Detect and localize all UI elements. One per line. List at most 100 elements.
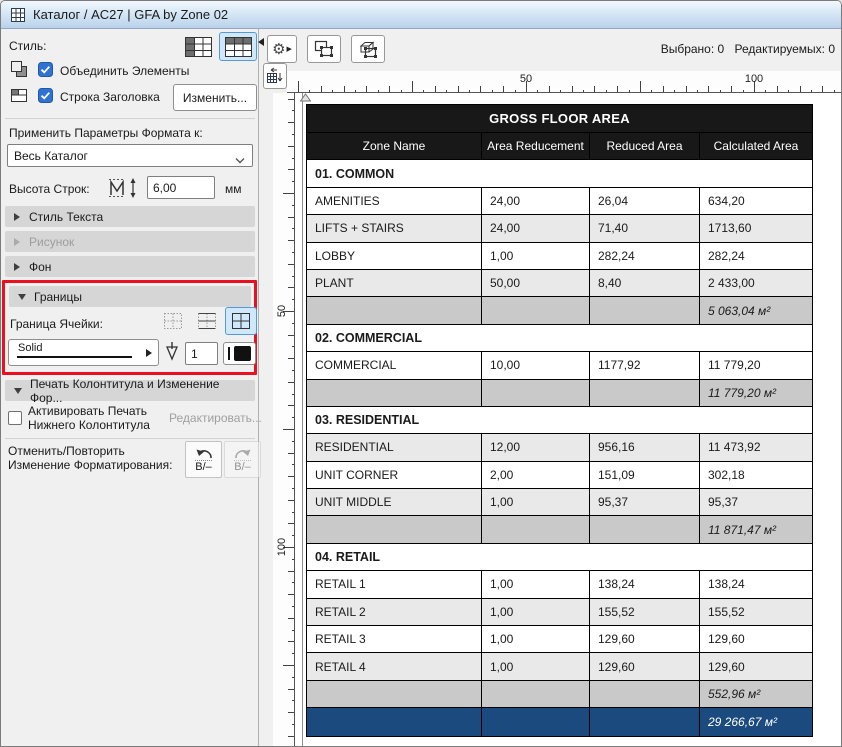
- table-row[interactable]: RETAIL 41,00129,60129,60: [307, 653, 812, 680]
- vertical-ruler[interactable]: 50100: [273, 93, 295, 747]
- ruler-tick: [834, 90, 835, 92]
- table-resize-icon: [266, 67, 284, 85]
- apply-scope-select[interactable]: Весь Каталог: [7, 144, 253, 167]
- subtotal-row[interactable]: 11 871,47 м²: [307, 516, 812, 543]
- column-header: Zone Name: [307, 133, 482, 159]
- table-row[interactable]: UNIT CORNER2,00151,09302,18: [307, 462, 812, 489]
- table-cell: 24,00: [482, 188, 590, 214]
- section-borders[interactable]: Границы: [9, 286, 251, 307]
- border-horizontal-button[interactable]: [191, 307, 223, 335]
- table-cell: 129,60: [700, 626, 812, 652]
- table-row[interactable]: UNIT MIDDLE1,0095,3795,37: [307, 489, 812, 516]
- ruler-label: 50: [520, 73, 532, 85]
- table-row[interactable]: RETAIL 11,00138,24138,24: [307, 571, 812, 598]
- ruler-tick: [640, 81, 641, 92]
- ruler-tick: [288, 217, 294, 218]
- column-header: Area Reducement: [482, 133, 590, 159]
- border-all-button[interactable]: [225, 307, 257, 335]
- footer-print-checkbox[interactable]: [8, 411, 22, 425]
- merge-elements-checkbox[interactable]: [38, 62, 53, 77]
- table-column-header-row[interactable]: Zone Name Area Reducement Reduced Area C…: [307, 133, 812, 160]
- table-row[interactable]: RETAIL 21,00155,52155,52: [307, 599, 812, 626]
- pen-weight-input[interactable]: 1: [185, 342, 218, 365]
- edit-header-button[interactable]: Изменить...: [173, 84, 257, 111]
- style-dark-row-button[interactable]: [219, 32, 257, 61]
- horizontal-ruler[interactable]: 50100: [287, 71, 842, 93]
- horizontal-lines-icon: [197, 312, 217, 330]
- table-title-row[interactable]: GROSS FLOOR AREA: [307, 105, 812, 133]
- ruler-tick: [292, 464, 294, 465]
- select-3d-elements-button[interactable]: [351, 35, 385, 63]
- settings-menu-button[interactable]: ⚙ ▶: [267, 35, 297, 63]
- subtotal-row[interactable]: 552,96 м²: [307, 681, 812, 708]
- table-cell: AMENITIES: [307, 188, 482, 214]
- table-row[interactable]: RETAIL 31,00129,60129,60: [307, 626, 812, 653]
- table-cell: 24,00: [482, 215, 590, 241]
- ruler-tick: [292, 700, 294, 701]
- table-row[interactable]: AMENITIES24,0026,04634,20: [307, 188, 812, 215]
- sum-cell: 5 063,04 м²: [700, 297, 812, 323]
- section-text-style[interactable]: Стиль Текста: [5, 206, 255, 227]
- row-height-input[interactable]: 6,00: [147, 176, 215, 199]
- ruler-tick: [617, 86, 618, 92]
- border-color-button[interactable]: [223, 342, 256, 365]
- section-background[interactable]: Фон: [5, 256, 255, 277]
- sum-cell: 29 266,67 м²: [700, 708, 812, 735]
- table-row[interactable]: COMMERCIAL10,001177,9211 779,20: [307, 352, 812, 379]
- table-cell: 71,40: [590, 215, 700, 241]
- ruler-tick: [560, 90, 561, 92]
- window-titlebar[interactable]: Каталог / AC27 | GFA by Zone 02: [1, 1, 842, 29]
- column-header: Reduced Area: [590, 133, 700, 159]
- header-row-checkbox[interactable]: [38, 88, 53, 103]
- marquee-3d-select-icon: [357, 39, 379, 59]
- table-title: GROSS FLOOR AREA: [307, 105, 812, 132]
- grand-total-row[interactable]: 29 266,67 м²: [307, 708, 812, 735]
- black-color-swatch: [234, 346, 251, 361]
- ruler-tick: [292, 370, 294, 371]
- ruler-tick: [355, 90, 356, 92]
- schedule-table[interactable]: GROSS FLOOR AREA Zone Name Area Reduceme…: [306, 104, 813, 737]
- ruler-tick: [572, 86, 573, 92]
- ruler-tick: [651, 90, 652, 92]
- selection-status: Выбрано: 0 Редактируемых: 0: [654, 42, 835, 56]
- group-label: 01. COMMON: [307, 160, 812, 186]
- table-row[interactable]: RESIDENTIAL12,00956,1611 473,92: [307, 434, 812, 461]
- section-header-footer[interactable]: Печать Колонтитула и Изменение Фор...: [5, 380, 255, 401]
- ruler-tick: [720, 90, 721, 92]
- catalog-format-window: Каталог / AC27 | GFA by Zone 02 Стиль: О…: [0, 0, 842, 747]
- table-cell: UNIT MIDDLE: [307, 489, 482, 515]
- collapsed-arrow-icon: [14, 213, 20, 221]
- ruler-tick: [288, 382, 294, 383]
- table-cell: 1,00: [482, 599, 590, 625]
- empty-cell: [482, 380, 590, 406]
- table-cell: LOBBY: [307, 243, 482, 269]
- group-header-row[interactable]: 01. COMMON: [307, 160, 812, 187]
- empty-cell: [590, 380, 700, 406]
- table-cell: 1,00: [482, 626, 590, 652]
- ruler-tick: [822, 86, 823, 92]
- style-dark-column-button[interactable]: [179, 32, 217, 61]
- redo-formatting-button[interactable]: B/–: [224, 441, 261, 478]
- ruler-tick: [321, 86, 322, 92]
- ruler-origin-button[interactable]: [263, 63, 287, 89]
- select-elements-button[interactable]: [307, 35, 341, 63]
- line-type-select[interactable]: Solid: [8, 339, 159, 366]
- subtotal-row[interactable]: 5 063,04 м²: [307, 297, 812, 324]
- gear-icon: ⚙: [272, 40, 285, 58]
- group-header-row[interactable]: 02. COMMERCIAL: [307, 325, 812, 352]
- table-row[interactable]: LOBBY1,00282,24282,24: [307, 243, 812, 270]
- dotted-grid-icon: [163, 312, 183, 330]
- border-none-button[interactable]: [157, 307, 189, 335]
- undo-formatting-button[interactable]: B/–: [185, 441, 222, 478]
- ruler-tick: [292, 276, 294, 277]
- ruler-tick: [811, 90, 812, 92]
- ruler-tick: [549, 86, 550, 92]
- pen-icon: [165, 340, 179, 367]
- ruler-tick: [594, 86, 595, 92]
- group-header-row[interactable]: 04. RETAIL: [307, 544, 812, 571]
- table-row[interactable]: LIFTS + STAIRS24,0071,401713,60: [307, 215, 812, 242]
- group-header-row[interactable]: 03. RESIDENTIAL: [307, 407, 812, 434]
- table-row[interactable]: PLANT50,008,402 433,00: [307, 270, 812, 297]
- panel-collapse-icon[interactable]: [258, 38, 264, 46]
- subtotal-row[interactable]: 11 779,20 м²: [307, 380, 812, 407]
